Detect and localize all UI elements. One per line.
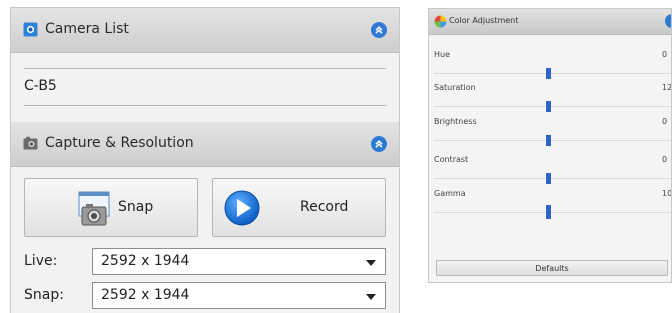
snap-label: Snap	[118, 199, 154, 215]
record-label: Record	[300, 199, 349, 215]
camera-list-icon	[23, 22, 38, 37]
live-resolution-value: 2592 x 1944	[101, 253, 190, 269]
brightness-slider-handle[interactable]	[546, 135, 551, 146]
color-adjustment-title: Color Adjustment	[449, 16, 519, 25]
capture-resolution-header[interactable]: Capture & Resolution	[11, 122, 399, 167]
live-resolution-select[interactable]: 2592 x 1944	[92, 248, 386, 275]
collapse-color-icon[interactable]	[665, 14, 671, 28]
contrast-label: Contrast	[434, 155, 469, 164]
snap-resolution-label: Snap:	[24, 287, 64, 303]
snapshot-camera-icon	[78, 191, 110, 226]
divider	[24, 68, 386, 69]
play-icon	[224, 190, 260, 226]
hue-value: 0	[662, 50, 668, 59]
color-adjustment-panel: Color Adjustment Hue 0 Saturation 128 Br…	[428, 8, 672, 283]
saturation-slider-track[interactable]	[434, 106, 671, 107]
color-adjustment-header[interactable]: Color Adjustment	[429, 9, 671, 35]
gamma-value: 100	[662, 189, 672, 198]
record-button[interactable]: Record	[212, 178, 386, 237]
camera-list-title: Camera List	[45, 21, 129, 37]
saturation-label: Saturation	[434, 83, 476, 92]
camera-control-panel: Camera List C-B5 Capture & Resolution Sn…	[10, 7, 400, 313]
snap-resolution-select[interactable]: 2592 x 1944	[92, 282, 386, 309]
hue-slider-track[interactable]	[434, 73, 671, 74]
collapse-camera-list-icon[interactable]	[371, 22, 387, 38]
defaults-button[interactable]: Defaults	[436, 260, 668, 276]
brightness-slider-track[interactable]	[434, 140, 671, 141]
camera-icon	[23, 136, 38, 150]
divider	[24, 105, 386, 106]
dropdown-arrow-icon	[366, 294, 376, 300]
brightness-label: Brightness	[434, 117, 477, 126]
camera-list-header[interactable]: Camera List	[11, 8, 399, 53]
hue-slider-handle[interactable]	[546, 68, 551, 79]
saturation-value: 128	[662, 83, 672, 92]
saturation-slider-handle[interactable]	[546, 101, 551, 112]
hue-label: Hue	[434, 50, 451, 59]
contrast-slider-handle[interactable]	[546, 173, 551, 184]
dropdown-arrow-icon	[366, 260, 376, 266]
capture-resolution-title: Capture & Resolution	[45, 135, 194, 151]
gamma-slider-track[interactable]	[434, 212, 671, 213]
gamma-slider-handle[interactable]	[546, 205, 551, 219]
collapse-capture-icon[interactable]	[371, 136, 387, 152]
snap-button[interactable]: Snap	[24, 178, 198, 237]
brightness-value: 0	[662, 117, 668, 126]
live-resolution-label: Live:	[24, 253, 58, 269]
camera-list-item[interactable]: C-B5	[24, 78, 57, 94]
color-wheel-icon	[434, 15, 447, 28]
contrast-slider-track[interactable]	[434, 178, 671, 179]
contrast-value: 0	[662, 155, 668, 164]
snap-resolution-value: 2592 x 1944	[101, 287, 190, 303]
defaults-label: Defaults	[535, 264, 569, 273]
gamma-label: Gamma	[434, 189, 466, 198]
